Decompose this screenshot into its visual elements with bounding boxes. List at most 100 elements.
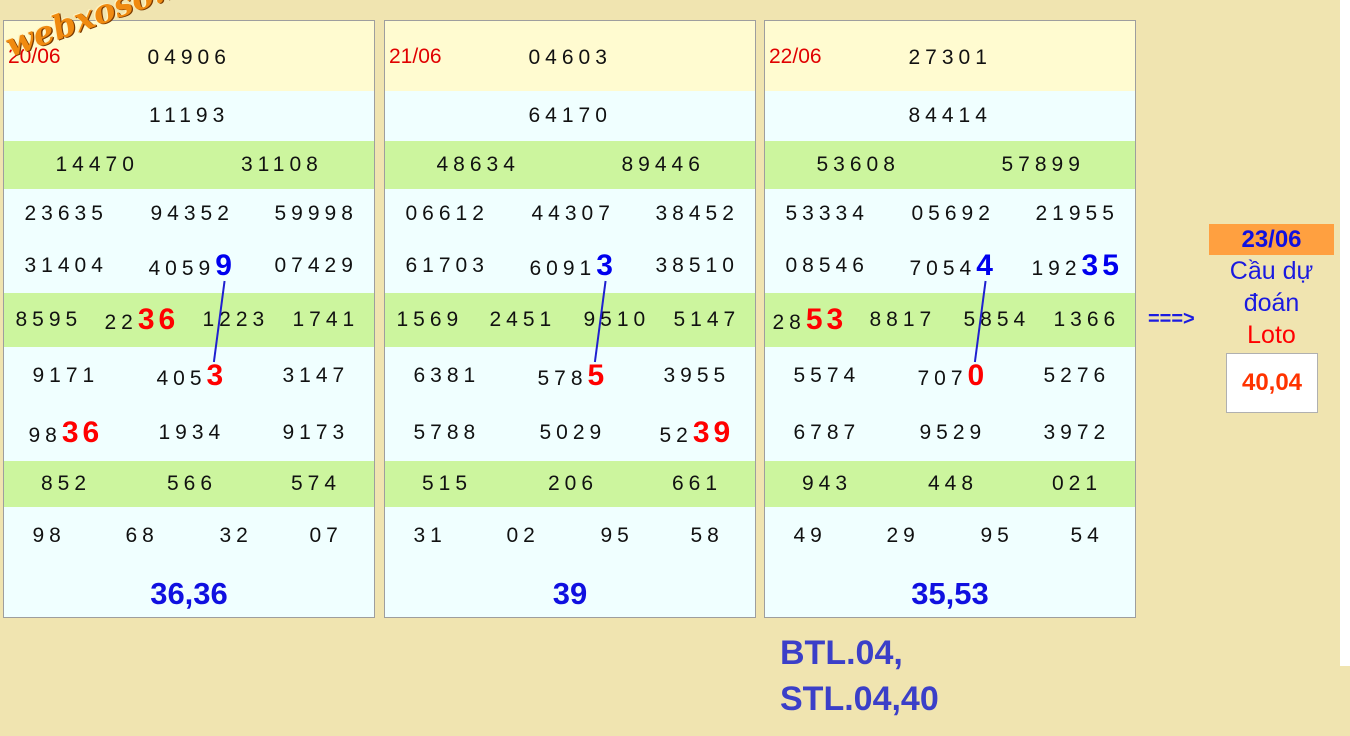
number-digits: 57899 (1001, 153, 1085, 176)
highlighted-digits: 35 (1081, 249, 1123, 282)
number-digits: 5276 (1043, 364, 1111, 387)
prize-number: 64170 (529, 104, 612, 128)
number-digits: 578 (537, 367, 588, 390)
prize-number: 53334 (786, 202, 869, 226)
prize-number: 58 (691, 524, 724, 548)
number-digits: 7054 (909, 257, 977, 280)
prize-number: 7070 (918, 359, 989, 393)
number-digits: 1934 (158, 421, 226, 444)
number-digits: 07 (309, 524, 343, 547)
number-digits: 28 (772, 311, 806, 334)
prize-number: 9173 (283, 421, 350, 445)
prize-row-fifth-a: 5574 7070 5276 (765, 347, 1135, 405)
prize-number: 32 (220, 524, 253, 548)
highlighted-digits: 9 (215, 249, 236, 282)
prize-number: 574 (291, 472, 341, 496)
prize-number: 5854 (964, 308, 1031, 332)
prize-number: 27301 (909, 46, 992, 70)
prize-row-fifth-b: 6787 9529 3972 (765, 405, 1135, 461)
number-digits: 021 (1052, 472, 1103, 495)
prize-row-fifth-b: 9836 1934 9173 (4, 405, 374, 461)
prediction-arrow: ===> (1148, 308, 1195, 330)
number-digits: 31 (413, 524, 447, 547)
number-digits: 566 (167, 472, 218, 495)
highlighted-digits: 0 (967, 359, 989, 392)
prize-number: 02 (507, 524, 540, 548)
prize-number: 3955 (664, 364, 731, 388)
prize-number: 448 (928, 472, 978, 496)
number-digits: 9510 (583, 308, 651, 331)
prize-number: 3972 (1044, 421, 1111, 445)
number-digits: 192 (1031, 257, 1082, 280)
prize-number: 8817 (870, 308, 937, 332)
number-digits: 98 (32, 524, 66, 547)
prize-number: 07 (310, 524, 343, 548)
prize-number: 566 (167, 472, 217, 496)
number-digits: 5788 (413, 421, 481, 444)
prize-number: 021 (1052, 472, 1102, 496)
number-digits: 405 (156, 367, 207, 390)
prize-row-fifth-a: 6381 5785 3955 (385, 347, 755, 405)
prize-number: 48634 (437, 153, 520, 177)
prize-row-first: 11193 (4, 91, 374, 141)
prize-number: 44307 (532, 202, 615, 226)
number-digits: 04603 (528, 46, 612, 69)
prize-row-sixth: 943 448 021 (765, 461, 1135, 507)
number-digits: 59998 (274, 202, 358, 225)
number-digits: 68 (125, 524, 159, 547)
number-digits: 61703 (405, 254, 489, 277)
highlighted-digits: 36 (61, 416, 104, 449)
number-digits: 98 (28, 424, 62, 447)
prize-number: 40599 (149, 249, 236, 283)
prize-number: 31108 (241, 153, 323, 177)
number-digits: 8595 (15, 308, 83, 331)
prize-number: 19235 (1032, 249, 1123, 283)
number-digits: 29 (886, 524, 920, 547)
prize-number: 38510 (656, 254, 739, 278)
column-total: 39 (552, 576, 588, 611)
number-digits: 5147 (673, 308, 741, 331)
prize-row-seventh: 31 02 95 58 (385, 507, 755, 565)
prediction-value-box: 40,04 (1226, 353, 1318, 413)
number-digits: 05692 (911, 202, 995, 225)
highlighted-digits: 36 (137, 303, 180, 336)
prize-row-third-a: 23635 94352 59998 (4, 189, 374, 239)
number-digits: 89446 (621, 153, 705, 176)
prize-number: 5785 (538, 359, 609, 393)
number-digits: 5854 (963, 308, 1031, 331)
highlighted-digits: 4 (976, 249, 997, 282)
number-digits: 206 (548, 472, 599, 495)
number-digits: 3972 (1043, 421, 1111, 444)
highlighted-digits: 53 (805, 303, 848, 336)
number-digits: 9171 (32, 364, 100, 387)
prize-number: 1366 (1054, 308, 1121, 332)
prize-number: 1223 (203, 308, 270, 332)
number-digits: 9173 (282, 421, 350, 444)
prize-number: 11193 (149, 104, 229, 128)
result-column-1: 20/06 04906 11193 14470 31108 23635 94352 59998… (3, 20, 375, 618)
prize-number: 1934 (159, 421, 226, 445)
draw-date: 22/06 (769, 45, 822, 68)
prize-number: 04603 (529, 46, 612, 70)
draw-date: 21/06 (389, 45, 442, 68)
number-digits: 52 (659, 424, 693, 447)
prize-number: 1569 (397, 308, 464, 332)
number-digits: 21955 (1035, 202, 1119, 225)
number-digits: 44307 (531, 202, 615, 225)
number-digits: 84414 (908, 104, 992, 127)
prize-number: 515 (422, 472, 472, 496)
prize-number: 21955 (1036, 202, 1119, 226)
prize-row-third-b: 08546 70544 19235 (765, 239, 1135, 293)
prize-number: 852 (41, 472, 91, 496)
right-edge-strip (1340, 0, 1350, 666)
number-digits: 9529 (919, 421, 987, 444)
number-digits: 3955 (663, 364, 731, 387)
prize-row-fifth-a: 9171 4053 3147 (4, 347, 374, 405)
prize-number: 61703 (406, 254, 489, 278)
prize-number: 94352 (151, 202, 234, 226)
prize-row-fourth: 1569 2451 9510 5147 (385, 293, 755, 347)
prize-number: 38452 (656, 202, 739, 226)
number-digits: 54 (1070, 524, 1104, 547)
number-digits: 06612 (405, 202, 489, 225)
prize-number: 05692 (912, 202, 995, 226)
